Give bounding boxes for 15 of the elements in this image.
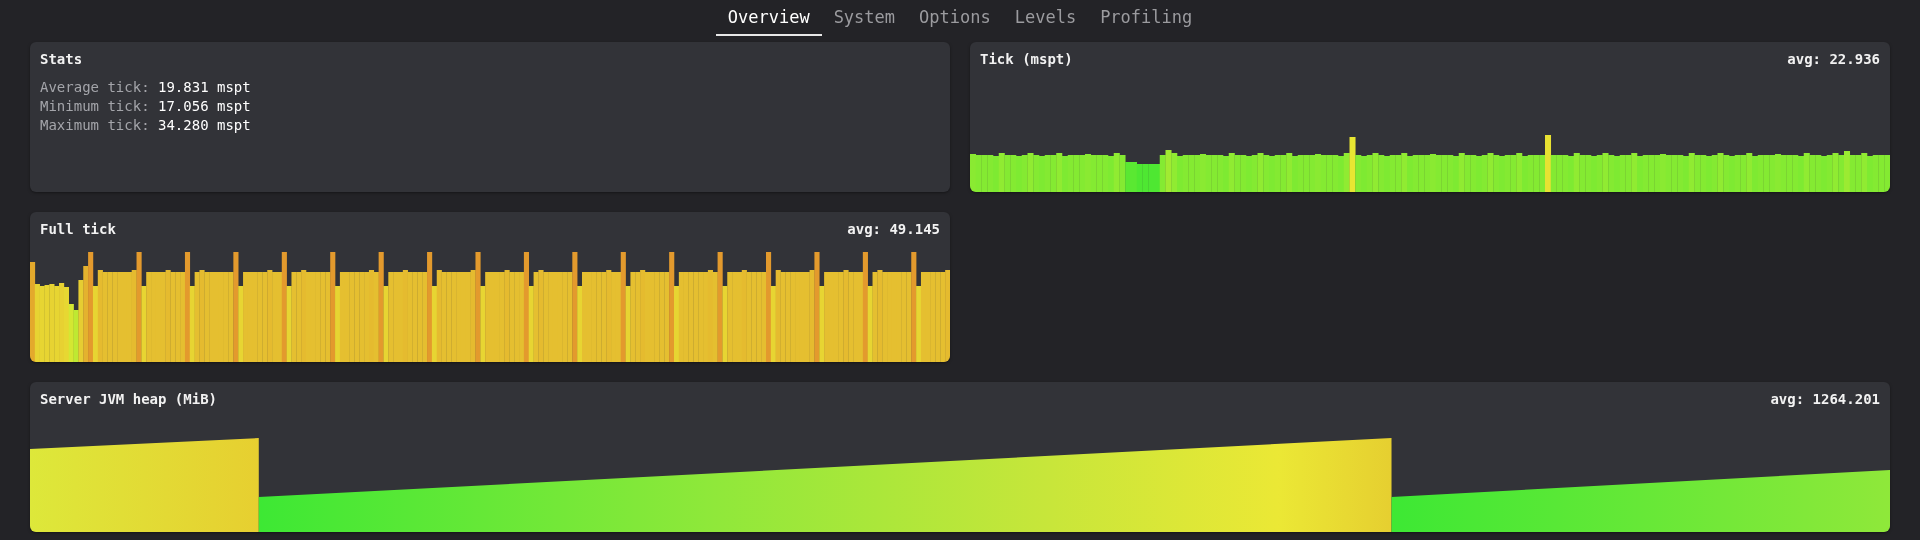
- stat-line: Average tick: 19.831 mspt: [40, 78, 252, 97]
- average-value: avg: 49.145: [847, 220, 940, 238]
- stat-line: Maximum tick: 34.280 mspt: [40, 116, 252, 135]
- tab[interactable]: System: [821, 4, 908, 36]
- stat-line: Minimum tick: 17.056 mspt: [40, 97, 252, 116]
- graph-title: Server JVM heap (MiB): [40, 390, 217, 408]
- tab[interactable]: Levels: [1002, 4, 1089, 36]
- graph-title: Tick (mspt): [980, 50, 1073, 68]
- average-value: avg: 1264.201: [1770, 390, 1880, 408]
- tab[interactable]: Options: [907, 4, 1003, 36]
- graph-title: Full tick: [40, 220, 116, 238]
- average-value: avg: 22.936: [1787, 50, 1880, 68]
- tab[interactable]: Profiling: [1088, 4, 1205, 36]
- panel-title: Stats: [40, 50, 83, 68]
- tab[interactable]: Overview: [715, 4, 822, 36]
